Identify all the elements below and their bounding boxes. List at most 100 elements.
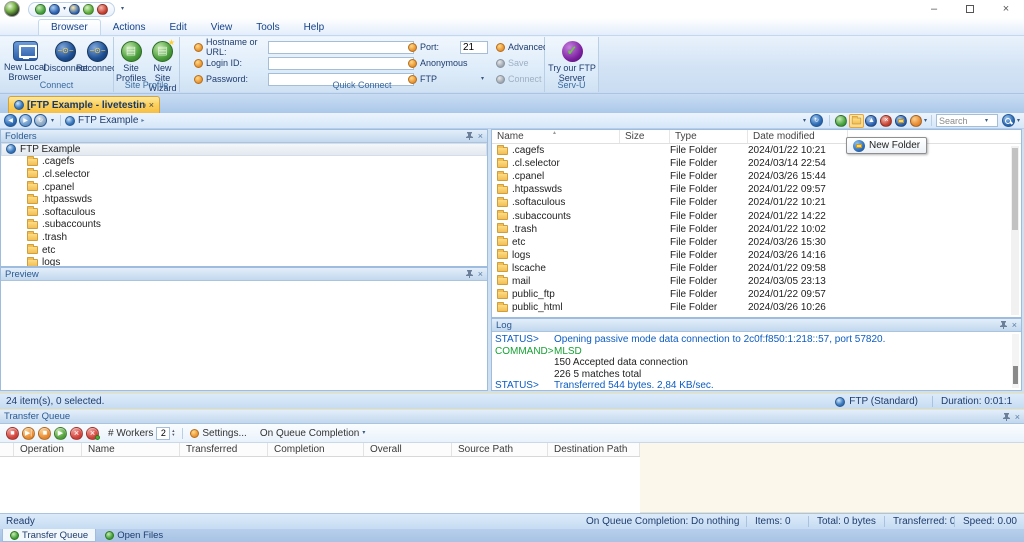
tab-view[interactable]: View — [199, 20, 245, 35]
log-scrollbar[interactable] — [1012, 334, 1019, 388]
tree-folder-item[interactable]: .cpanel — [1, 181, 487, 194]
address-caret[interactable]: ▾ — [803, 118, 806, 124]
delete-button[interactable]: × — [879, 114, 894, 128]
file-row[interactable]: .subaccounts File Folder 2024/01/22 14:2… — [492, 209, 1021, 222]
folder-options-caret[interactable]: ▾ — [924, 118, 927, 124]
column-header[interactable]: Operation — [14, 443, 82, 456]
tab-close-icon[interactable]: × — [149, 100, 154, 110]
column-header[interactable]: Size — [620, 130, 670, 143]
tree-root-item[interactable]: FTP Example — [1, 143, 487, 156]
pin-icon[interactable] — [465, 132, 473, 140]
app-logo-icon[interactable] — [4, 1, 20, 17]
close-icon[interactable]: × — [1015, 412, 1020, 422]
search-button[interactable] — [1001, 114, 1015, 127]
column-header[interactable]: Type — [670, 130, 748, 143]
remove-icon[interactable]: × — [86, 426, 100, 440]
close-button[interactable]: × — [988, 0, 1024, 18]
tab-actions[interactable]: Actions — [101, 20, 158, 35]
breadcrumb[interactable]: FTP Example — [78, 115, 138, 126]
tree-folder-item[interactable]: .cl.selector — [1, 168, 487, 181]
tree-folder-item[interactable]: .trash — [1, 231, 487, 244]
site-profiles-button[interactable]: ▤ Site Profiles — [116, 41, 146, 84]
file-row[interactable]: public_ftp File Folder 2024/01/22 09:57 — [492, 288, 1021, 301]
tab-open-files[interactable]: Open Files — [98, 529, 170, 542]
scrollbar-thumb[interactable] — [1013, 366, 1018, 384]
pause-icon[interactable]: ▮▮ — [38, 426, 51, 440]
stop-icon[interactable]: ■ — [6, 426, 19, 440]
folder-options-button[interactable] — [909, 114, 924, 128]
column-header[interactable]: Date modified — [748, 130, 848, 143]
tree-folder-item[interactable]: etc — [1, 244, 487, 257]
file-row[interactable]: .cagefs File Folder 2024/01/22 10:21 — [492, 144, 1021, 157]
document-tab[interactable]: [FTP Example - livetestingd... × — [8, 96, 160, 113]
tab-browser[interactable]: Browser — [38, 19, 101, 35]
workers-input[interactable] — [156, 426, 171, 440]
column-header[interactable]: Completion — [268, 443, 364, 456]
settings-icon[interactable] — [69, 3, 81, 15]
settings-button[interactable]: Settings... — [202, 428, 246, 439]
maximize-button[interactable] — [952, 0, 988, 18]
file-row[interactable]: .softaculous File Folder 2024/01/22 10:2… — [492, 196, 1021, 209]
site-profiles-icon[interactable] — [49, 3, 60, 15]
tab-help[interactable]: Help — [292, 20, 337, 35]
file-row[interactable]: etc File Folder 2024/03/26 15:30 — [492, 236, 1021, 249]
file-row[interactable]: .cl.selector File Folder 2024/03/14 22:5… — [492, 157, 1021, 170]
breadcrumb-arrow-icon[interactable]: ▸ — [141, 118, 144, 124]
column-header[interactable]: Transferred — [180, 443, 268, 456]
file-row[interactable]: .htpasswds File Folder 2024/01/22 09:57 — [492, 183, 1021, 196]
customize-toolbar-caret[interactable]: ▾ — [121, 6, 124, 12]
pin-icon[interactable] — [465, 270, 473, 278]
spin-down-icon[interactable]: ▼ — [171, 432, 175, 437]
minimize-button[interactable]: – — [916, 0, 952, 18]
close-icon[interactable]: × — [1012, 320, 1017, 330]
show-folders-button[interactable] — [848, 113, 864, 128]
port-input[interactable] — [460, 40, 488, 54]
file-row[interactable]: .cpanel File Folder 2024/03/26 15:44 — [492, 170, 1021, 183]
up-folder-button[interactable]: ▲ — [864, 114, 879, 128]
on-queue-completion-dropdown[interactable]: On Queue Completion — [260, 428, 360, 439]
anonymous-button[interactable]: Anonymous — [408, 56, 468, 70]
tree-folder-item[interactable]: .htpasswds — [1, 193, 487, 206]
scrollbar-thumb[interactable] — [1012, 148, 1018, 230]
advanced-button[interactable]: Advanced — [496, 40, 548, 54]
history-caret[interactable]: ▾ — [51, 118, 54, 124]
tab-tools[interactable]: Tools — [244, 20, 291, 35]
root-folder-button[interactable] — [834, 114, 849, 128]
column-header[interactable]: Destination Path — [548, 443, 640, 456]
refresh-button[interactable]: ↻ — [809, 114, 823, 127]
close-icon[interactable]: × — [478, 269, 483, 279]
reconnect-button[interactable]: −⊙− Reconnect — [76, 41, 119, 74]
tab-edit[interactable]: Edit — [157, 20, 198, 35]
new-local-browser-button[interactable]: New Local Browser — [2, 41, 48, 83]
tab-transfer-queue[interactable]: Transfer Queue — [2, 529, 97, 542]
close-icon[interactable]: × — [478, 131, 483, 141]
tree-folder-item[interactable]: .subaccounts — [1, 218, 487, 232]
transfer-icon[interactable] — [83, 3, 95, 15]
search-input[interactable] — [938, 115, 985, 126]
disconnect-icon[interactable] — [97, 3, 109, 15]
back-button[interactable]: ◀ — [4, 114, 17, 127]
try-ftp-server-button[interactable]: ✓ Try our FTP Server — [547, 41, 597, 84]
history-button[interactable]: ↻ — [34, 114, 47, 127]
on-queue-completion-caret[interactable]: ▾ — [362, 430, 365, 436]
column-header[interactable]: Name — [82, 443, 180, 456]
file-list-scrollbar[interactable] — [1011, 146, 1019, 315]
pin-icon[interactable] — [999, 321, 1007, 329]
file-row[interactable]: logs File Folder 2024/03/26 14:16 — [492, 249, 1021, 262]
forward-button[interactable]: ▶ — [19, 114, 32, 127]
cancel-icon[interactable]: × — [70, 426, 83, 440]
column-header[interactable]: Source Path — [452, 443, 548, 456]
new-folder-button[interactable] — [894, 114, 909, 128]
search-options-caret[interactable]: ▾ — [1017, 118, 1020, 124]
hostname-input[interactable] — [268, 40, 414, 54]
start-icon[interactable]: ▶ — [54, 426, 67, 440]
save-button[interactable]: Save — [496, 56, 529, 70]
file-row[interactable]: .trash File Folder 2024/01/22 10:02 — [492, 223, 1021, 236]
file-row[interactable]: mail File Folder 2024/03/05 23:13 — [492, 275, 1021, 288]
pin-icon[interactable] — [1002, 412, 1010, 421]
column-header[interactable]: Overall — [364, 443, 452, 456]
file-row[interactable]: public_html File Folder 2024/03/26 10:26 — [492, 301, 1021, 314]
search-caret[interactable]: ▾ — [985, 118, 988, 124]
tree-folder-item[interactable]: .cagefs — [1, 155, 487, 169]
skip-icon[interactable]: ▶| — [22, 426, 35, 440]
